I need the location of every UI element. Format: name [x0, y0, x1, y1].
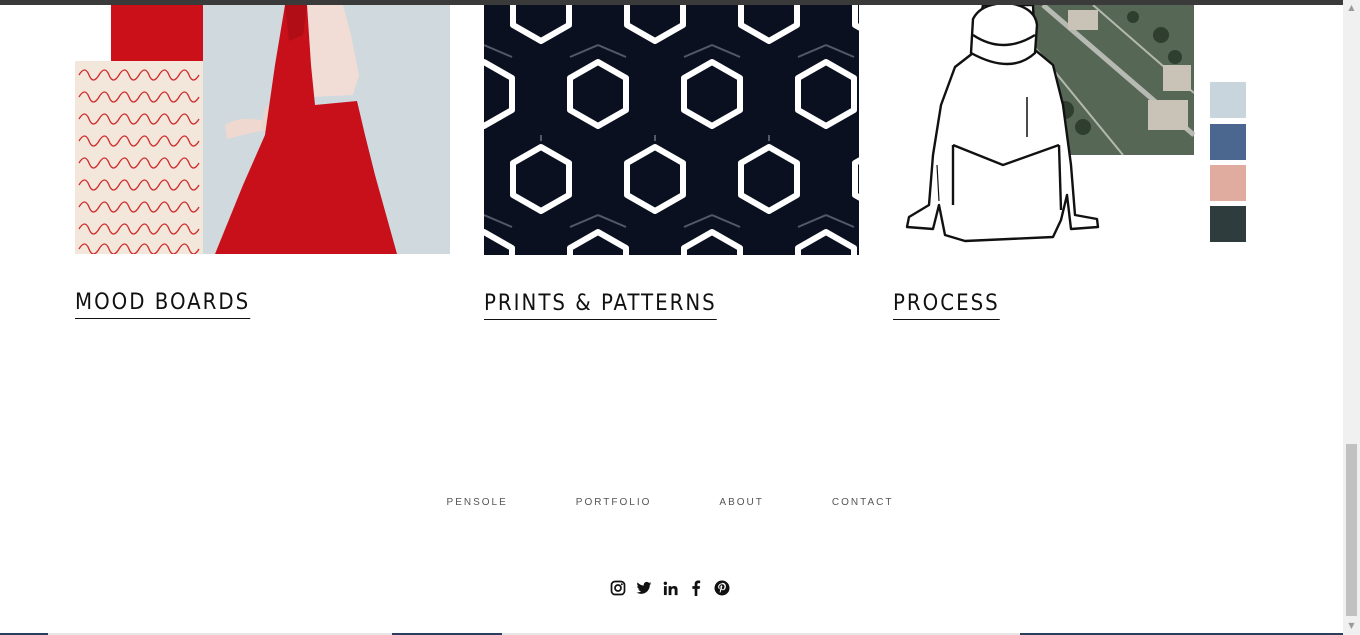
- hexagon-pattern-image: [484, 5, 859, 255]
- scroll-up-arrow-icon[interactable]: ▲: [1347, 3, 1356, 12]
- facebook-icon[interactable]: [688, 579, 704, 597]
- instagram-icon[interactable]: [610, 579, 626, 597]
- process-title[interactable]: PROCESS: [893, 291, 1000, 316]
- linkedin-icon[interactable]: [662, 579, 678, 597]
- mood-boards-image-link[interactable]: [75, 5, 450, 254]
- prints-patterns-image-link[interactable]: [484, 5, 859, 255]
- vertical-scrollbar[interactable]: ▲ ▼: [1343, 0, 1360, 635]
- scroll-down-arrow-icon[interactable]: ▼: [1347, 621, 1356, 630]
- footer-nav: PENSOLE PORTFOLIO ABOUT CONTACT: [0, 496, 1340, 510]
- scrollbar-thumb[interactable]: [1346, 444, 1357, 616]
- mood-boards-title[interactable]: MOOD BOARDS: [75, 290, 250, 315]
- footer-link-contact[interactable]: CONTACT: [798, 496, 928, 510]
- hoodie-sketch-image: [893, 5, 1268, 255]
- footer-link-pensole[interactable]: PENSOLE: [413, 496, 542, 510]
- twitter-icon[interactable]: [636, 579, 652, 597]
- social-links: [0, 579, 1340, 597]
- process-image-link[interactable]: [893, 5, 1268, 255]
- footer-link-portfolio[interactable]: PORTFOLIO: [542, 496, 686, 510]
- mood-board-image: [75, 5, 450, 254]
- footer-link-about[interactable]: ABOUT: [685, 496, 797, 510]
- pinterest-icon[interactable]: [714, 579, 730, 597]
- prints-patterns-title[interactable]: PRINTS & PATTERNS: [484, 291, 717, 316]
